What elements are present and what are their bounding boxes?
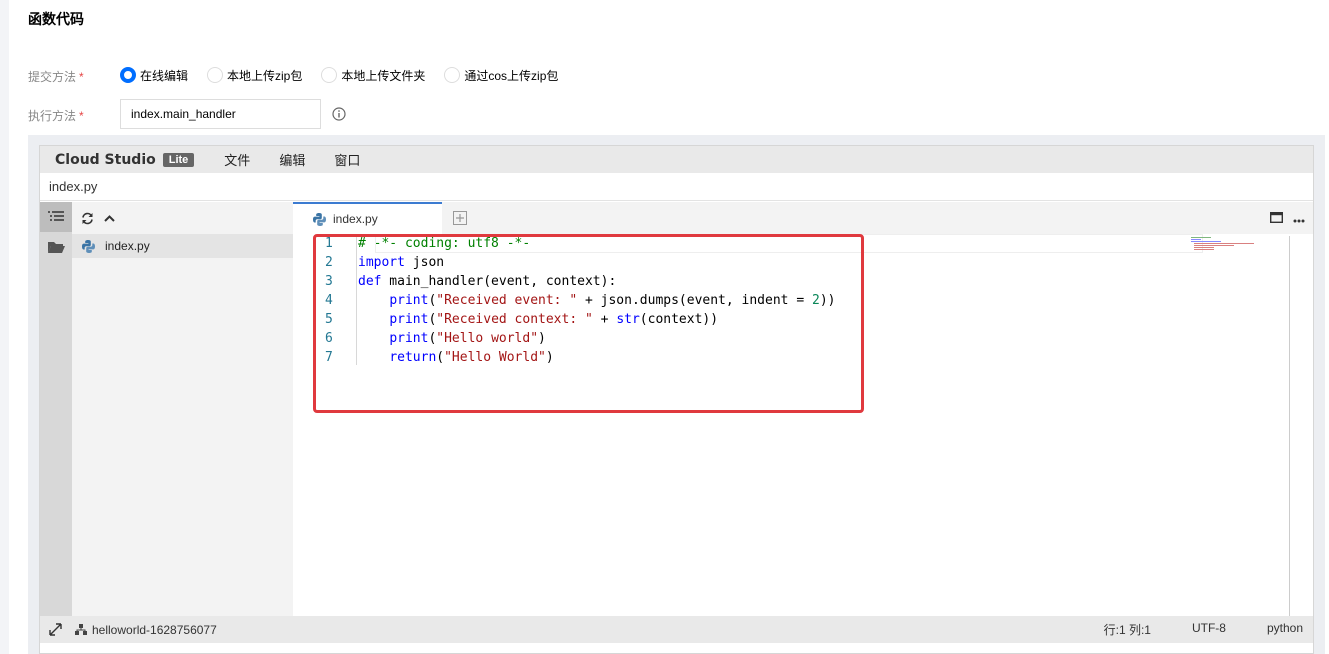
python-icon (82, 239, 95, 253)
indent-guide (356, 237, 357, 365)
explorer-toolbar (72, 202, 293, 234)
project-name: helloworld-1628756077 (92, 622, 217, 637)
lite-badge: Lite (162, 152, 195, 167)
language-mode[interactable]: python (1267, 621, 1303, 638)
submit-method-radio-group: 在线编辑 本地上传zip包 本地上传文件夹 通过cos上传zip包 (120, 66, 577, 84)
cursor-position[interactable]: 行:1 列:1 (1104, 621, 1151, 638)
folder-button[interactable] (40, 232, 72, 262)
radio-cos-zip[interactable]: 通过cos上传zip包 (444, 67, 558, 84)
file-explorer: index.py (72, 202, 293, 616)
exec-method-label: 执行方法 * (28, 109, 84, 123)
function-code-card: 函数代码 提交方法 * 在线编辑 本地上传zip包 本地上传文件夹 通过cos上传… (9, 0, 1329, 654)
status-bar: helloworld-1628756077 行:1 列:1 UTF-8 pyth… (40, 616, 1313, 643)
add-tab-icon[interactable] (453, 211, 467, 225)
explorer-toggle[interactable] (40, 202, 72, 232)
folder-open-icon (48, 242, 65, 253)
info-icon[interactable] (332, 107, 346, 121)
section-title: 函数代码 (28, 11, 84, 27)
file-path-bar: index.py (40, 173, 1313, 201)
code-line: 5 print("Received context: " + str(conte… (325, 312, 719, 327)
vertical-scrollbar[interactable] (1289, 236, 1303, 616)
file-encoding[interactable]: UTF-8 (1192, 621, 1226, 638)
ide-brand: Cloud Studio (55, 151, 156, 168)
editor-tabbar: index.py (293, 202, 1313, 234)
cloud-studio-ide: Cloud Studio Lite 文件 编辑 窗口 index.py inde… (39, 145, 1314, 654)
refresh-icon[interactable] (81, 212, 94, 225)
collapse-up-icon[interactable] (103, 212, 116, 225)
activity-bar (40, 202, 72, 616)
radio-unselected-icon[interactable] (207, 67, 224, 83)
handler-input[interactable]: index.main_handler (120, 99, 321, 129)
maximize-icon[interactable] (1269, 210, 1284, 228)
minimap[interactable] (1191, 236, 1261, 256)
project-icon (75, 623, 87, 635)
radio-upload-zip[interactable]: 本地上传zip包 (207, 67, 302, 84)
code-area[interactable]: 1 # -*- coding: utf8 -*- 2 import json 3 de… (312, 234, 1203, 614)
radio-selected-icon[interactable] (120, 67, 136, 83)
code-line: 7 return("Hello World") (325, 350, 554, 365)
code-editor: index.py 1 # -*- coding: utf8 -*- 2 impo… (293, 202, 1313, 616)
tree-item-index-py[interactable]: index.py (72, 234, 293, 258)
radio-unselected-icon[interactable] (444, 67, 461, 83)
code-line: 3 def main_handler(event, context): (325, 274, 617, 289)
code-line: 2 import json (325, 255, 445, 270)
radio-online-edit[interactable]: 在线编辑 (120, 67, 188, 84)
tab-actions (1260, 210, 1305, 228)
submit-method-label: 提交方法 * (28, 70, 84, 84)
ide-menubar: Cloud Studio Lite 文件 编辑 窗口 (40, 146, 1313, 173)
radio-upload-folder[interactable]: 本地上传文件夹 (321, 67, 425, 84)
python-icon (313, 212, 326, 226)
radio-unselected-icon[interactable] (321, 67, 338, 83)
menu-window[interactable]: 窗口 (334, 150, 360, 169)
editor-container: Cloud Studio Lite 文件 编辑 窗口 index.py inde… (28, 135, 1325, 654)
more-icon[interactable] (1293, 210, 1305, 228)
list-tree-icon (48, 211, 64, 221)
current-line-highlight (375, 234, 1203, 253)
code-line: 6 print("Hello world") (325, 331, 546, 346)
tab-index-py[interactable]: index.py (293, 202, 442, 234)
expand-icon[interactable] (49, 623, 62, 636)
code-line: 4 print("Received event: " + json.dumps(… (325, 293, 836, 308)
menu-file[interactable]: 文件 (224, 150, 250, 169)
menu-edit[interactable]: 编辑 (279, 150, 305, 169)
